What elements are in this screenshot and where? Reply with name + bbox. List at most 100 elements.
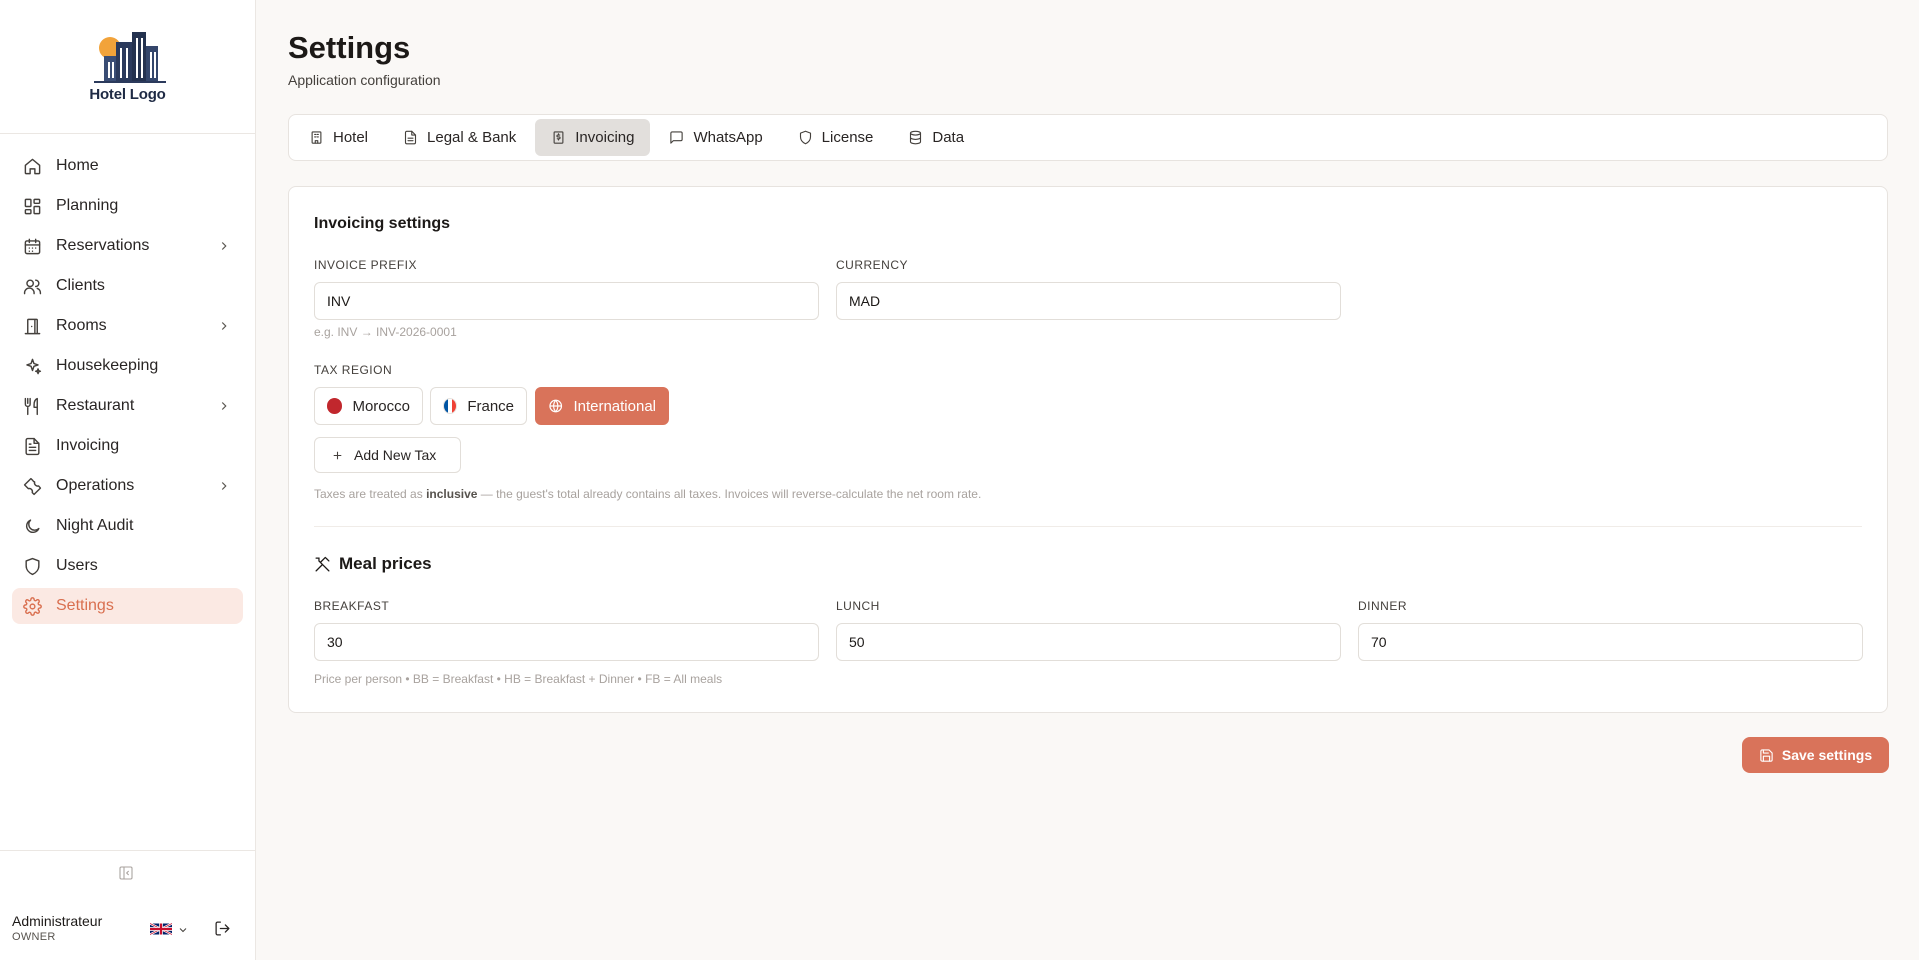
utensils-icon <box>22 396 42 416</box>
calendar-icon <box>22 236 42 256</box>
tab-label: Legal & Bank <box>427 129 517 146</box>
save-settings-button[interactable]: Save settings <box>1742 737 1889 773</box>
invoice-prefix-hint: e.g. INV → INV-2026-0001 <box>314 325 457 339</box>
lunch-price-input[interactable]: 50 <box>836 623 1341 661</box>
region-international-button[interactable]: International <box>535 387 669 425</box>
lunch-label: LUNCH <box>836 599 880 613</box>
message-icon <box>670 131 684 144</box>
region-label: International <box>573 397 656 415</box>
tab-invoicing[interactable]: Invoicing <box>535 119 651 156</box>
user-role: OWNER <box>12 931 56 943</box>
breakfast-label: BREAKFAST <box>314 599 390 613</box>
sidebar-nav: Home Planning Reservations Clients Rooms… <box>0 134 255 642</box>
morocco-flag-icon <box>327 398 343 414</box>
tax-note: Taxes are treated as inclusive — the gue… <box>314 487 981 501</box>
chevron-right-icon <box>217 319 231 333</box>
invoice-prefix-input[interactable]: INV <box>314 282 819 320</box>
sidebar-item-label: Users <box>56 557 98 574</box>
page-title: Settings <box>288 30 411 65</box>
gear-icon <box>22 596 42 616</box>
tab-label: Hotel <box>333 129 369 146</box>
sparkles-icon <box>22 356 42 376</box>
tab-label: Invoicing <box>575 129 635 146</box>
sidebar-item-label: Rooms <box>56 317 107 334</box>
region-label: Morocco <box>352 397 410 415</box>
sidebar-item-label: Planning <box>56 197 119 214</box>
region-morocco-button[interactable]: Morocco <box>314 387 423 425</box>
shield-icon <box>22 556 42 576</box>
moon-icon <box>22 516 42 536</box>
user-name: Administrateur <box>12 913 103 929</box>
document-icon <box>404 130 417 145</box>
save-label: Save settings <box>1781 747 1873 763</box>
region-france-button[interactable]: France <box>430 387 527 425</box>
add-tax-label: Add New Tax <box>354 447 437 463</box>
uk-flag-icon[interactable] <box>150 922 172 936</box>
logo-text: Hotel Logo <box>89 86 166 103</box>
plus-icon <box>333 451 342 459</box>
tax-note-bold: inclusive <box>426 487 478 501</box>
sidebar-item-label: Home <box>56 157 99 174</box>
settings-tabs: Hotel Legal & Bank Invoicing WhatsApp Li… <box>288 114 1888 161</box>
invoice-prefix-label: INVOICE PREFIX <box>314 258 418 272</box>
sidebar-footer: Administrateur OWNER <box>0 850 255 960</box>
invoicing-settings-title: Invoicing settings <box>314 215 451 232</box>
chevron-right-icon <box>217 399 231 413</box>
file-text-icon <box>22 436 42 456</box>
logo[interactable]: Hotel Logo <box>0 0 255 134</box>
sidebar: Hotel Logo Home Planning Reservations Cl… <box>0 0 256 960</box>
sidebar-item-label: Operations <box>56 477 135 494</box>
sidebar-item-restaurant[interactable]: Restaurant <box>12 388 243 424</box>
sidebar-item-label: Housekeeping <box>56 357 159 374</box>
sidebar-item-label: Restaurant <box>56 397 135 414</box>
sidebar-item-housekeeping[interactable]: Housekeeping <box>12 348 243 384</box>
receipt-icon <box>553 131 564 144</box>
section-divider <box>314 526 1862 527</box>
logout-icon[interactable] <box>214 920 232 938</box>
users-icon <box>22 276 42 296</box>
tax-region-label: TAX REGION <box>314 363 393 377</box>
tax-note-prefix: Taxes are treated as <box>314 487 427 501</box>
meal-prices-title: Meal prices <box>314 554 432 574</box>
collapse-sidebar-icon[interactable] <box>118 865 136 883</box>
sidebar-item-home[interactable]: Home <box>12 148 243 184</box>
currency-input[interactable]: MAD <box>836 282 1341 320</box>
chevron-right-icon <box>217 239 231 253</box>
dinner-label: DINNER <box>1358 599 1408 613</box>
meal-prices-label: Meal prices <box>339 554 432 573</box>
door-icon <box>22 316 42 336</box>
sidebar-item-night-audit[interactable]: Night Audit <box>12 508 243 544</box>
dinner-price-input[interactable]: 70 <box>1358 623 1863 661</box>
wrench-icon <box>22 476 42 496</box>
sidebar-item-label: Reservations <box>56 237 150 254</box>
tab-whatsapp[interactable]: WhatsApp <box>653 119 778 156</box>
invoicing-card: Invoicing settings INVOICE PREFIX INV e.… <box>288 186 1888 713</box>
france-flag-icon <box>443 398 458 414</box>
tab-label: Data <box>932 129 965 146</box>
sidebar-item-label: Night Audit <box>56 517 134 534</box>
breakfast-price-input[interactable]: 30 <box>314 623 819 661</box>
tab-license[interactable]: License <box>782 119 890 156</box>
sidebar-item-operations[interactable]: Operations <box>12 468 243 504</box>
globe-icon <box>549 399 563 413</box>
sidebar-item-reservations[interactable]: Reservations <box>12 228 243 264</box>
chevron-down-icon[interactable] <box>177 923 189 935</box>
tax-note-suffix: — the guest's total already contains all… <box>477 487 982 501</box>
sidebar-item-invoicing[interactable]: Invoicing <box>12 428 243 464</box>
tab-data[interactable]: Data <box>892 119 980 156</box>
sidebar-item-settings[interactable]: Settings <box>12 588 243 624</box>
sidebar-item-planning[interactable]: Planning <box>12 188 243 224</box>
tab-legal-bank[interactable]: Legal & Bank <box>387 119 532 156</box>
sidebar-item-label: Settings <box>56 597 114 614</box>
sidebar-item-users[interactable]: Users <box>12 548 243 584</box>
chevron-right-icon <box>217 479 231 493</box>
page-subtitle: Application configuration <box>288 72 441 88</box>
tab-label: WhatsApp <box>693 129 763 146</box>
sidebar-item-rooms[interactable]: Rooms <box>12 308 243 344</box>
tab-hotel[interactable]: Hotel <box>293 119 384 156</box>
shield-icon <box>799 130 811 145</box>
sidebar-item-clients[interactable]: Clients <box>12 268 243 304</box>
home-icon <box>22 156 42 176</box>
add-new-tax-button[interactable]: Add New Tax <box>314 437 461 473</box>
utensils-crossed-icon <box>315 556 330 572</box>
